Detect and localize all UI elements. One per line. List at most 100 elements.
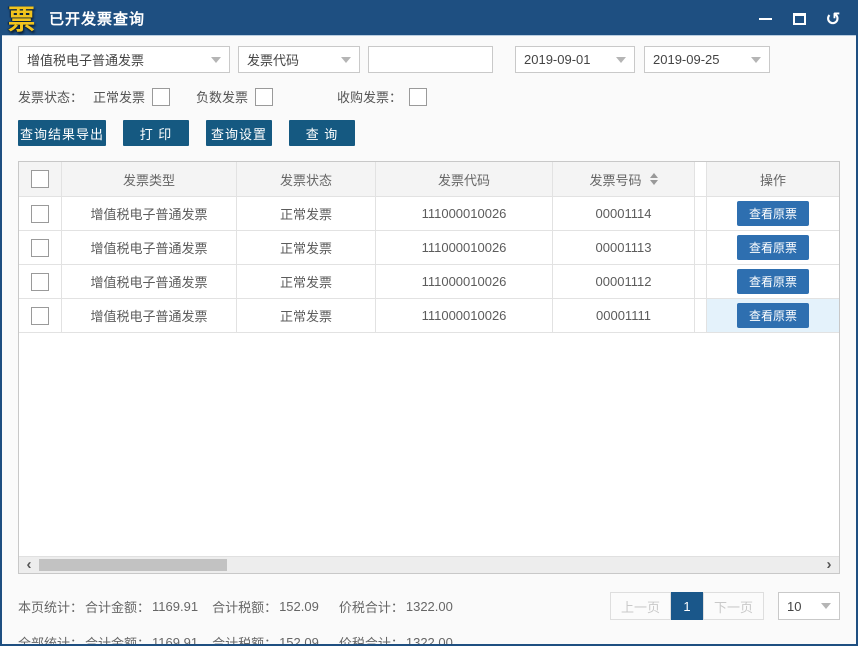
search-field-value: 发票代码 — [247, 50, 299, 69]
row-spacer-cell — [695, 231, 707, 264]
header-invoice-type: 发票类型 — [62, 162, 237, 196]
cell-invoice-code: 111000010026 — [376, 265, 553, 298]
back-icon: ↺ — [825, 11, 840, 27]
page-size-value: 10 — [787, 599, 801, 614]
window-controls: ↺ — [756, 10, 842, 28]
row-checkbox-cell — [19, 299, 62, 332]
cell-invoice-code: 111000010026 — [376, 231, 553, 264]
query-button[interactable]: 查 询 — [289, 120, 355, 146]
minimize-button[interactable] — [756, 10, 774, 28]
page-size-select[interactable]: 10 — [778, 592, 840, 620]
table-empty-area — [19, 333, 839, 556]
view-original-invoice-button[interactable]: 查看原票 — [737, 303, 809, 328]
page-tax-label: 合计税额： — [212, 597, 277, 616]
export-results-button[interactable]: 查询结果导出 — [18, 120, 106, 146]
cell-action: 查看原票 — [707, 265, 839, 298]
horizontal-scrollbar[interactable]: ‹ › — [19, 556, 839, 573]
cell-invoice-status: 正常发票 — [237, 231, 376, 264]
end-date-picker[interactable]: 2019-09-25 — [644, 46, 770, 73]
row-spacer-cell — [695, 197, 707, 230]
start-date-picker[interactable]: 2019-09-01 — [515, 46, 635, 73]
keyword-input[interactable] — [377, 52, 484, 67]
cell-invoice-type: 增值税电子普通发票 — [62, 197, 237, 230]
negative-invoice-option: 负数发票 — [196, 87, 273, 106]
purchase-invoice-option: 收购发票： — [337, 87, 427, 106]
cell-invoice-number: 00001113 — [553, 231, 695, 264]
purchase-invoice-label: 收购发票： — [337, 87, 402, 106]
view-original-invoice-button[interactable]: 查看原票 — [737, 235, 809, 260]
header-invoice-status: 发票状态 — [237, 162, 376, 196]
header-checkbox-cell — [19, 162, 62, 196]
content-area: 增值税电子普通发票 发票代码 2019-09-01 2019-09-25 发票状… — [2, 36, 856, 646]
header-invoice-code: 发票代码 — [376, 162, 553, 196]
status-filter-row: 发票状态： 正常发票 负数发票 收购发票： — [18, 87, 840, 106]
header-action: 操作 — [707, 162, 839, 196]
row-spacer-cell — [695, 265, 707, 298]
table-row: 增值税电子普通发票 正常发票 111000010026 00001112 查看原… — [19, 265, 839, 299]
scrollbar-thumb[interactable] — [39, 559, 227, 571]
table-row: 增值税电子普通发票 正常发票 111000010026 00001111 查看原… — [19, 299, 839, 333]
current-page-button[interactable]: 1 — [671, 592, 703, 620]
all-stats-scope: 全部统计： — [18, 633, 83, 646]
cell-action: 查看原票 — [707, 231, 839, 264]
back-button[interactable]: ↺ — [824, 10, 842, 28]
invoice-type-value: 增值税电子普通发票 — [27, 50, 144, 69]
chevron-down-icon — [751, 57, 761, 63]
restore-icon — [793, 13, 806, 25]
cell-action: 查看原票 — [707, 197, 839, 230]
scroll-left-icon[interactable]: ‹ — [21, 557, 37, 573]
keyword-input-wrap — [368, 46, 493, 73]
purchase-invoice-checkbox[interactable] — [409, 88, 427, 106]
app-logo-icon: 票 — [8, 5, 35, 35]
cell-invoice-status: 正常发票 — [237, 197, 376, 230]
negative-invoice-checkbox[interactable] — [255, 88, 273, 106]
row-checkbox-cell — [19, 197, 62, 230]
table-row: 增值税电子普通发票 正常发票 111000010026 00001113 查看原… — [19, 231, 839, 265]
restore-button[interactable] — [790, 10, 808, 28]
search-field-select[interactable]: 发票代码 — [238, 46, 360, 73]
row-spacer-cell — [695, 299, 707, 332]
invoice-table: 发票类型 发票状态 发票代码 发票号码 操作 增值税电子普通发票 正常发票 11… — [18, 161, 840, 574]
negative-invoice-label: 负数发票 — [196, 87, 248, 106]
view-original-invoice-button[interactable]: 查看原票 — [737, 201, 809, 226]
header-spacer-cell — [695, 162, 707, 196]
page-stats-scope: 本页统计： — [18, 597, 83, 616]
chevron-down-icon — [821, 603, 831, 609]
all-tax-label: 合计税额： — [212, 633, 277, 646]
all-tax-value: 152.09 — [279, 635, 319, 646]
normal-invoice-label: 正常发票 — [93, 87, 145, 106]
table-row: 增值税电子普通发票 正常发票 111000010026 00001114 查看原… — [19, 197, 839, 231]
header-invoice-number[interactable]: 发票号码 — [553, 162, 695, 196]
scroll-right-icon[interactable]: › — [821, 557, 837, 573]
sort-icon[interactable] — [650, 173, 658, 185]
cell-invoice-code: 111000010026 — [376, 299, 553, 332]
cell-invoice-type: 增值税电子普通发票 — [62, 231, 237, 264]
cell-invoice-status: 正常发票 — [237, 265, 376, 298]
cell-invoice-number: 00001111 — [553, 299, 695, 332]
view-original-invoice-button[interactable]: 查看原票 — [737, 269, 809, 294]
normal-invoice-checkbox[interactable] — [152, 88, 170, 106]
query-settings-button[interactable]: 查询设置 — [206, 120, 272, 146]
start-date-value: 2019-09-01 — [524, 52, 591, 67]
minimize-icon — [759, 18, 772, 20]
row-checkbox-cell — [19, 231, 62, 264]
row-checkbox[interactable] — [31, 307, 49, 325]
row-checkbox-cell — [19, 265, 62, 298]
invoice-type-select[interactable]: 增值税电子普通发票 — [18, 46, 230, 73]
cell-invoice-number: 00001114 — [553, 197, 695, 230]
next-page-button[interactable]: 下一页 — [703, 592, 764, 620]
prev-page-button[interactable]: 上一页 — [610, 592, 671, 620]
row-checkbox[interactable] — [31, 273, 49, 291]
all-stats-row: 全部统计： 合计金额： 1169.91 合计税额： 152.09 价税合计： 1… — [18, 633, 840, 646]
window-title: 已开发票查询 — [49, 8, 145, 29]
cell-invoice-status: 正常发票 — [237, 299, 376, 332]
print-button[interactable]: 打 印 — [123, 120, 189, 146]
all-total-value: 1322.00 — [406, 635, 453, 646]
cell-invoice-code: 111000010026 — [376, 197, 553, 230]
page-stats-row: 本页统计： 合计金额： 1169.91 合计税额： 152.09 价税合计： 1… — [18, 592, 840, 620]
select-all-checkbox[interactable] — [31, 170, 49, 188]
row-checkbox[interactable] — [31, 205, 49, 223]
pagination: 上一页 1 下一页 10 — [610, 592, 840, 620]
row-checkbox[interactable] — [31, 239, 49, 257]
toolbar: 查询结果导出 打 印 查询设置 查 询 — [18, 120, 840, 146]
